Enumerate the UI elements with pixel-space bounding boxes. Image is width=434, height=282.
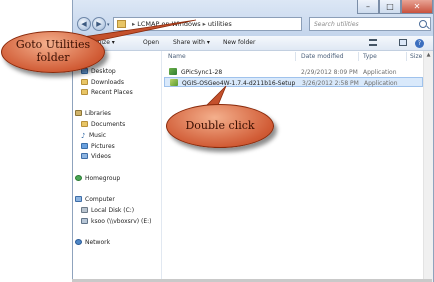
search-placeholder: Search utilities <box>314 21 359 28</box>
change-view-icon[interactable] <box>369 39 377 46</box>
recent-places-icon <box>81 89 88 95</box>
nav-label: Downloads <box>91 79 124 86</box>
file-type: Application <box>363 68 397 76</box>
nav-item-homegroup[interactable]: Homegroup <box>75 175 120 182</box>
share-with-button[interactable]: Share with ▾ <box>173 39 210 46</box>
nav-label: Network <box>85 239 111 246</box>
breadcrumb-segment[interactable]: utilities <box>208 20 232 28</box>
new-folder-button[interactable]: New folder <box>223 39 255 46</box>
double-click-callout: Double click <box>166 104 274 148</box>
music-note-icon: ♪ <box>81 132 86 140</box>
preview-pane-icon[interactable] <box>399 39 407 46</box>
homegroup-icon <box>75 175 82 181</box>
column-header-name[interactable]: Name <box>168 53 186 60</box>
folder-icon <box>117 20 126 28</box>
chevron-right-icon: ▸ <box>202 20 206 28</box>
column-divider[interactable] <box>358 52 359 61</box>
column-header-date[interactable]: Date modified <box>301 53 344 60</box>
videos-icon <box>81 153 88 159</box>
file-row-qgis-setup[interactable]: QGIS-OSGeo4W-1.7.4-d211b16-Setup 3/26/20… <box>164 77 423 87</box>
command-bar: Organize ▾ Open Share with ▾ New folder … <box>73 36 433 51</box>
file-name: GPicSync1-28 <box>181 68 223 76</box>
callout-line: folder <box>36 51 70 64</box>
navigation-pane: Desktop Downloads Recent Places Librarie… <box>73 51 162 282</box>
nav-label: Pictures <box>91 143 115 150</box>
minimize-button[interactable]: – <box>357 0 379 14</box>
file-name: QGIS-OSGeo4W-1.7.4-d211b16-Setup <box>182 79 296 87</box>
nav-item-local-disk[interactable]: Local Disk (C:) <box>81 207 134 214</box>
nav-label: Desktop <box>91 68 116 75</box>
nav-item-computer[interactable]: Computer <box>75 196 115 203</box>
nav-item-videos[interactable]: Videos <box>81 153 111 160</box>
nav-item-network[interactable]: Network <box>75 239 110 246</box>
nav-item-documents[interactable]: Documents <box>81 121 125 128</box>
file-date: 3/26/2012 2:58 PM <box>302 79 359 87</box>
vertical-scrollbar[interactable]: ▲ <box>423 51 433 282</box>
nav-item-pictures[interactable]: Pictures <box>81 143 115 150</box>
computer-icon <box>75 196 82 202</box>
nav-label: Videos <box>91 153 111 160</box>
search-icon[interactable] <box>419 20 427 28</box>
column-header-size[interactable]: Size <box>410 53 422 60</box>
recent-pages-dropdown-icon[interactable]: ▾ <box>107 22 110 28</box>
qgis-installer-icon <box>170 79 178 86</box>
breadcrumb-segment[interactable]: LCMAP on Windows <box>137 20 200 28</box>
nav-item-libraries[interactable]: Libraries <box>75 110 111 117</box>
downloads-folder-icon <box>81 79 88 85</box>
help-icon[interactable]: ? <box>415 39 424 48</box>
nav-item-downloads[interactable]: Downloads <box>81 79 124 86</box>
documents-icon <box>81 121 88 127</box>
address-bar[interactable]: ▸ LCMAP on Windows ▸ utilities <box>113 17 302 31</box>
file-date: 2/29/2012 8:09 PM <box>301 68 358 76</box>
scroll-up-arrow-icon[interactable]: ▲ <box>424 51 433 60</box>
network-drive-icon <box>81 218 88 224</box>
open-button[interactable]: Open <box>143 39 159 46</box>
pictures-icon <box>81 143 88 149</box>
nav-item-music[interactable]: ♪ Music <box>81 132 107 140</box>
nav-item-desktop[interactable]: Desktop <box>81 68 116 75</box>
goto-utilities-callout: Goto Utilities folder <box>1 31 105 73</box>
nav-item-recent-places[interactable]: Recent Places <box>81 89 133 96</box>
column-divider[interactable] <box>406 52 407 61</box>
column-divider[interactable] <box>295 52 296 61</box>
callout-line: Goto Utilities <box>15 38 91 51</box>
search-input[interactable]: Search utilities <box>309 17 431 31</box>
gpicsync-app-icon <box>169 68 177 75</box>
libraries-icon <box>75 110 82 116</box>
hard-drive-icon <box>81 207 88 213</box>
nav-label: Documents <box>91 121 126 128</box>
column-header-type[interactable]: Type <box>363 53 377 60</box>
callout-line: Double click <box>185 119 255 132</box>
back-button[interactable]: ◀ <box>77 17 91 31</box>
nav-label: Recent Places <box>91 89 133 96</box>
nav-label: Music <box>89 132 107 139</box>
nav-label: Homegroup <box>85 175 121 182</box>
breadcrumb: ▸ LCMAP on Windows ▸ utilities <box>130 20 232 28</box>
forward-button[interactable]: ▶ <box>92 17 106 31</box>
file-row-gpicsync[interactable]: GPicSync1-28 2/29/2012 8:09 PM Applicati… <box>164 67 423 77</box>
close-button[interactable]: ✕ <box>401 0 433 14</box>
file-type: Application <box>364 79 398 87</box>
file-list: Name Date modified Type Size GPicSync1-2… <box>162 51 433 282</box>
maximize-button[interactable]: □ <box>379 0 401 14</box>
chevron-right-icon: ▸ <box>132 20 136 28</box>
network-icon <box>75 239 82 245</box>
nav-label: ksoo (\\vboxsrv) (E:) <box>91 218 152 225</box>
title-bar: – □ ✕ ◀ ▶ ▾ ▸ LCMAP on Windows ▸ utilities … <box>73 0 433 36</box>
nav-item-network-drive[interactable]: ksoo (\\vboxsrv) (E:) <box>81 218 152 225</box>
nav-label: Libraries <box>85 110 111 117</box>
nav-label: Computer <box>85 196 115 203</box>
nav-label: Local Disk (C:) <box>91 207 135 214</box>
